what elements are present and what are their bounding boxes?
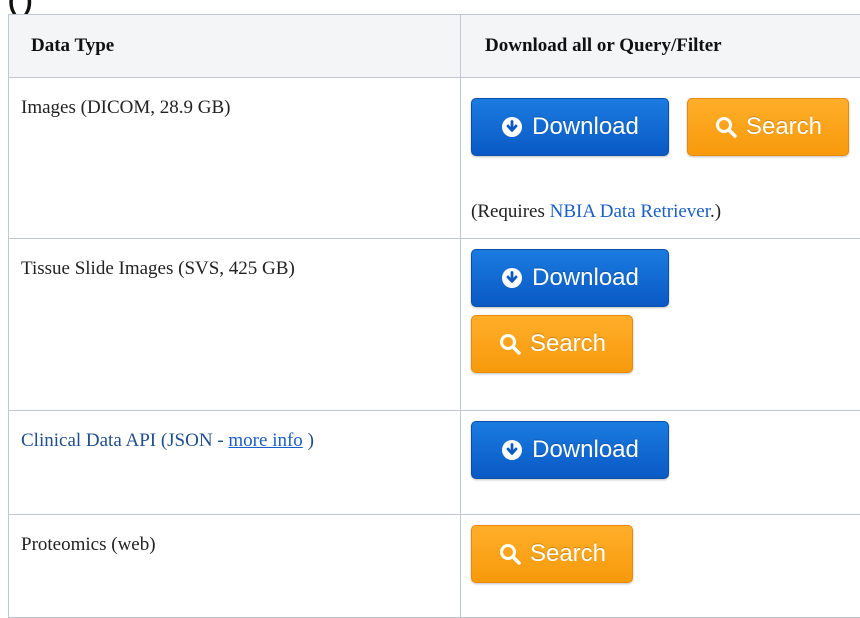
data-access-table: Data Type Download all or Query/Filter I… <box>8 14 860 618</box>
search-label: Search <box>530 542 606 566</box>
table-header-row: Data Type Download all or Query/Filter <box>9 15 860 78</box>
download-label: Download <box>532 115 639 139</box>
search-proteomics-button[interactable]: Search <box>471 525 633 583</box>
search-icon <box>498 542 522 566</box>
header-data-type: Data Type <box>9 15 461 78</box>
requires-note: (Requires NBIA Data Retriever.) <box>471 200 856 224</box>
row-actions-tissue-slides: Download Search <box>461 239 860 411</box>
row-actions-images: Download Search (Requires NBIA Data Retr… <box>461 78 860 239</box>
row-actions-proteomics: Search <box>461 515 860 618</box>
download-label: Download <box>532 266 639 290</box>
download-clinical-data-button[interactable]: Download <box>471 421 669 479</box>
table-row: Images (DICOM, 28.9 GB) Download Search <box>9 78 860 239</box>
nbia-data-retriever-link[interactable]: NBIA Data Retriever <box>550 201 710 222</box>
table-row: Proteomics (web) Search <box>9 515 860 618</box>
download-tissue-slides-button[interactable]: Download <box>471 249 669 307</box>
arrow-circle-down-icon <box>501 267 523 289</box>
row-label-tissue-slides: Tissue Slide Images (SVS, 425 GB) <box>9 239 461 411</box>
download-images-button[interactable]: Download <box>471 98 669 156</box>
search-images-button[interactable]: Search <box>687 98 849 156</box>
arrow-circle-down-icon <box>501 439 523 461</box>
more-info-link[interactable]: more info <box>228 430 302 451</box>
table-row: Clinical Data API (JSON - more info ) Do… <box>9 411 860 515</box>
table-row: Tissue Slide Images (SVS, 425 GB) Downlo… <box>9 239 860 411</box>
search-label: Search <box>530 332 606 356</box>
header-download-query: Download all or Query/Filter <box>461 15 860 78</box>
section-heading: ( ) <box>8 0 33 14</box>
row-label-images: Images (DICOM, 28.9 GB) <box>9 78 461 239</box>
arrow-circle-down-icon <box>501 116 523 138</box>
row-actions-clinical-data: Download <box>461 411 860 515</box>
search-icon <box>714 115 738 139</box>
row-label-clinical-data: Clinical Data API (JSON - more info ) <box>9 411 461 515</box>
search-icon <box>498 332 522 356</box>
search-tissue-slides-button[interactable]: Search <box>471 315 633 373</box>
download-label: Download <box>532 438 639 462</box>
row-label-proteomics: Proteomics (web) <box>9 515 461 618</box>
search-label: Search <box>746 115 822 139</box>
